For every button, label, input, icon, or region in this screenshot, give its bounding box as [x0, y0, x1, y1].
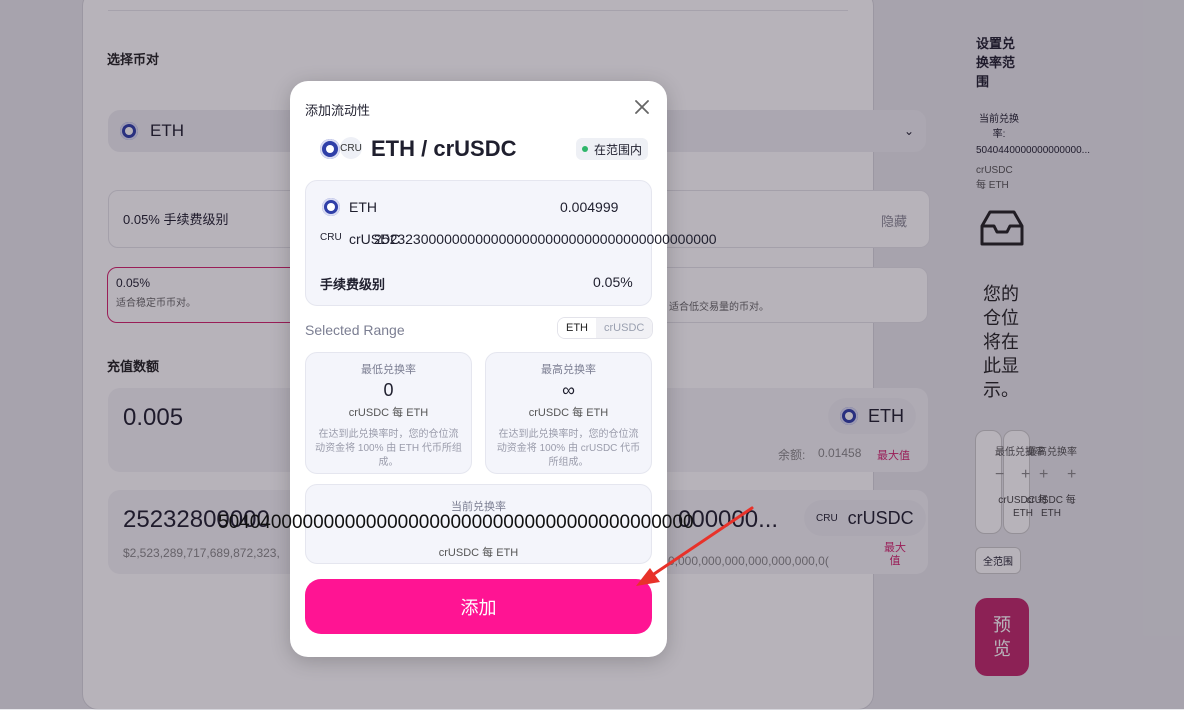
status-text: 在范围内: [594, 142, 643, 157]
modal-title: 添加流动性: [305, 103, 371, 118]
toggle-eth[interactable]: ETH: [558, 318, 596, 338]
min-price-unit: crUSDC 每 ETH: [348, 407, 429, 419]
current-price-value: 5040400000000000000000000000000000000000…: [218, 512, 694, 533]
cru-icon: CRU: [340, 137, 362, 159]
min-price-value: 0: [383, 380, 394, 400]
token1-amount: 0.004999: [560, 199, 619, 215]
max-price-unit: crUSDC 每 ETH: [528, 407, 609, 419]
fee-tier-label: 手续费级别: [320, 277, 386, 292]
min-price-card: 最低兑换率 0 crUSDC 每 ETH 在达到此兑换率时，您的仓位流动资金将 …: [305, 352, 472, 474]
toggle-crusdc[interactable]: crUSDC: [596, 318, 653, 338]
min-price-label: 最低兑换率: [361, 364, 416, 376]
max-price-value: ∞: [562, 380, 575, 400]
status-badge: 在范围内: [576, 138, 649, 160]
add-liquidity-modal: 添加流动性 CRU ETH / crUSDC 在范围内 ETH 0.004999…: [290, 81, 717, 657]
add-button[interactable]: 添加: [305, 579, 652, 634]
close-icon[interactable]: [634, 99, 650, 115]
token-summary-panel: ETH 0.004999 CRU crUSDC 2523230000000000…: [305, 180, 717, 306]
status-dot: [582, 146, 588, 152]
add-button-label: 添加: [460, 597, 497, 618]
max-price-card: 最高兑换率 ∞ crUSDC 每 ETH 在达到此兑换率时，您的仓位流动资金将 …: [485, 352, 652, 474]
arrow-annotation-icon: [636, 506, 754, 586]
current-price-unit: crUSDC 每 ETH: [438, 547, 519, 559]
min-price-desc: 在达到此兑换率时，您的仓位流动资金将 100% 由 ETH 代币所组成。: [315, 429, 462, 468]
pair-name: ETH / crUSDC: [371, 136, 517, 161]
selected-range-label: Selected Range: [305, 322, 405, 338]
eth-icon: [320, 139, 340, 159]
token1-name: ETH: [349, 199, 377, 215]
eth-icon: [322, 198, 340, 216]
range-unit-toggle[interactable]: ETH crUSDC: [557, 317, 654, 339]
token2-amount: 2523230000000000000000000000000000000000…: [374, 231, 717, 247]
fee-tier-value: 0.05%: [593, 274, 633, 290]
max-price-desc: 在达到此兑换率时，您的仓位流动资金将 100% 由 crUSDC 代币所组成。: [496, 429, 641, 468]
max-price-label: 最高兑换率: [541, 364, 596, 376]
cru-icon: CRU: [320, 232, 342, 243]
